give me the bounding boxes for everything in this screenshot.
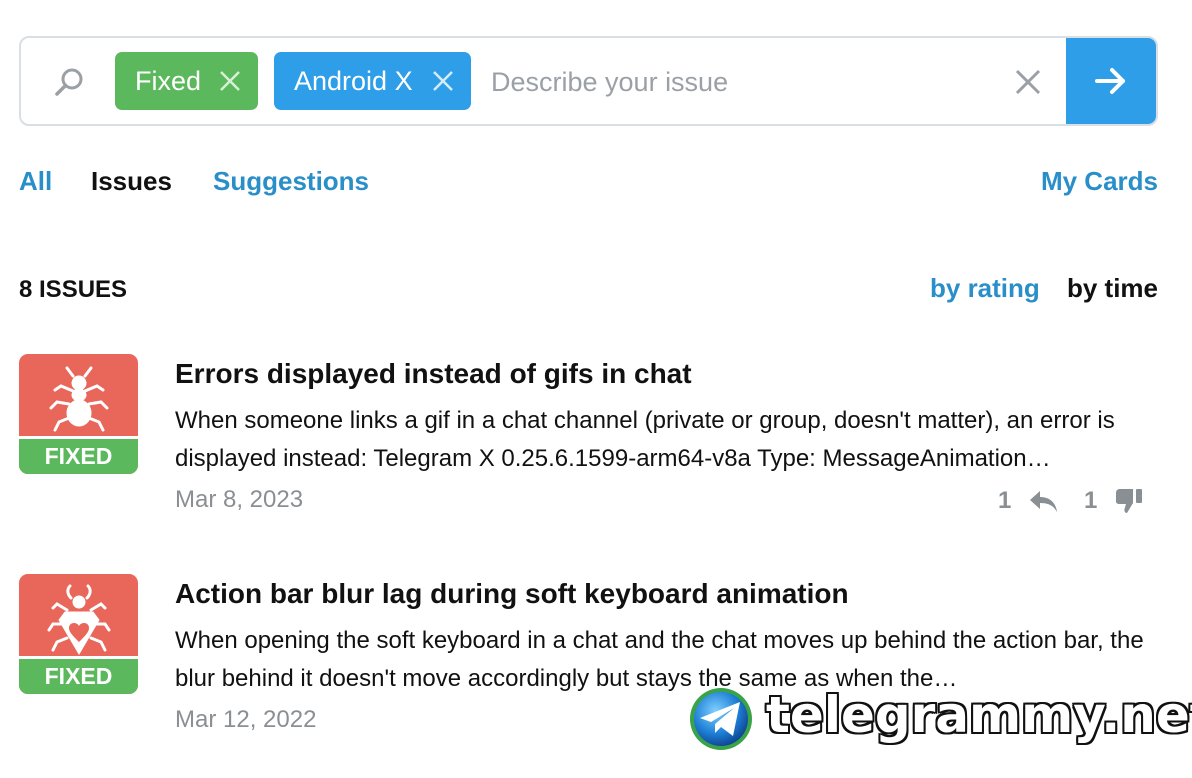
search-icon bbox=[55, 68, 83, 96]
clear-search-icon[interactable] bbox=[1014, 68, 1042, 96]
reply-icon bbox=[1030, 490, 1058, 512]
sort-by-rating[interactable]: by rating bbox=[930, 273, 1040, 304]
reply-count: 1 bbox=[998, 486, 1012, 514]
filter-tag-android-x: Android X bbox=[274, 52, 471, 110]
issue-badge: FIXED bbox=[19, 574, 138, 694]
dislike-count: 1 bbox=[1084, 486, 1098, 514]
search-submit-button[interactable] bbox=[1066, 38, 1156, 124]
search-input[interactable] bbox=[491, 58, 991, 106]
issue-votes: 1 1 bbox=[998, 486, 1158, 516]
tab-suggestions[interactable]: Suggestions bbox=[213, 166, 369, 197]
dislike-button[interactable]: 1 bbox=[1084, 486, 1144, 515]
filter-tag-label: Android X bbox=[294, 66, 413, 96]
status-badge: FIXED bbox=[19, 656, 138, 694]
bug-icon bbox=[49, 366, 109, 432]
filter-tag-fixed: Fixed bbox=[115, 52, 258, 110]
tab-issues[interactable]: Issues bbox=[91, 166, 172, 197]
filter-tag-label: Fixed bbox=[135, 66, 202, 96]
reply-count-button[interactable]: 1 bbox=[998, 486, 1058, 515]
issue-count: 8 ISSUES bbox=[19, 276, 128, 303]
telegram-logo-icon bbox=[690, 688, 752, 750]
issue-date: Mar 12, 2022 bbox=[175, 706, 317, 733]
issue-title[interactable]: Action bar blur lag during soft keyboard… bbox=[175, 578, 849, 610]
sort-by-time[interactable]: by time bbox=[1067, 273, 1158, 304]
arrow-right-icon bbox=[1095, 68, 1125, 94]
thumbs-down-icon bbox=[1115, 488, 1143, 513]
remove-tag-icon[interactable] bbox=[431, 69, 455, 93]
issue-date: Mar 8, 2023 bbox=[175, 486, 304, 513]
issue-description: When someone links a gif in a chat chann… bbox=[175, 407, 1115, 472]
issue-card[interactable]: FIXED Errors displayed instead of gifs i… bbox=[19, 354, 1158, 554]
watermark: telegrammy.net bbox=[686, 684, 1192, 754]
tab-my-cards[interactable]: My Cards bbox=[1041, 166, 1158, 197]
status-badge: FIXED bbox=[19, 436, 138, 474]
tab-all[interactable]: All bbox=[19, 166, 52, 197]
watermark-text: telegrammy.net bbox=[766, 686, 1192, 744]
remove-tag-icon[interactable] bbox=[218, 69, 242, 93]
issue-badge: FIXED bbox=[19, 354, 138, 474]
issue-title[interactable]: Errors displayed instead of gifs in chat bbox=[175, 358, 692, 390]
bug-icon bbox=[47, 584, 111, 655]
search-bar: Fixed Android X bbox=[19, 36, 1158, 126]
